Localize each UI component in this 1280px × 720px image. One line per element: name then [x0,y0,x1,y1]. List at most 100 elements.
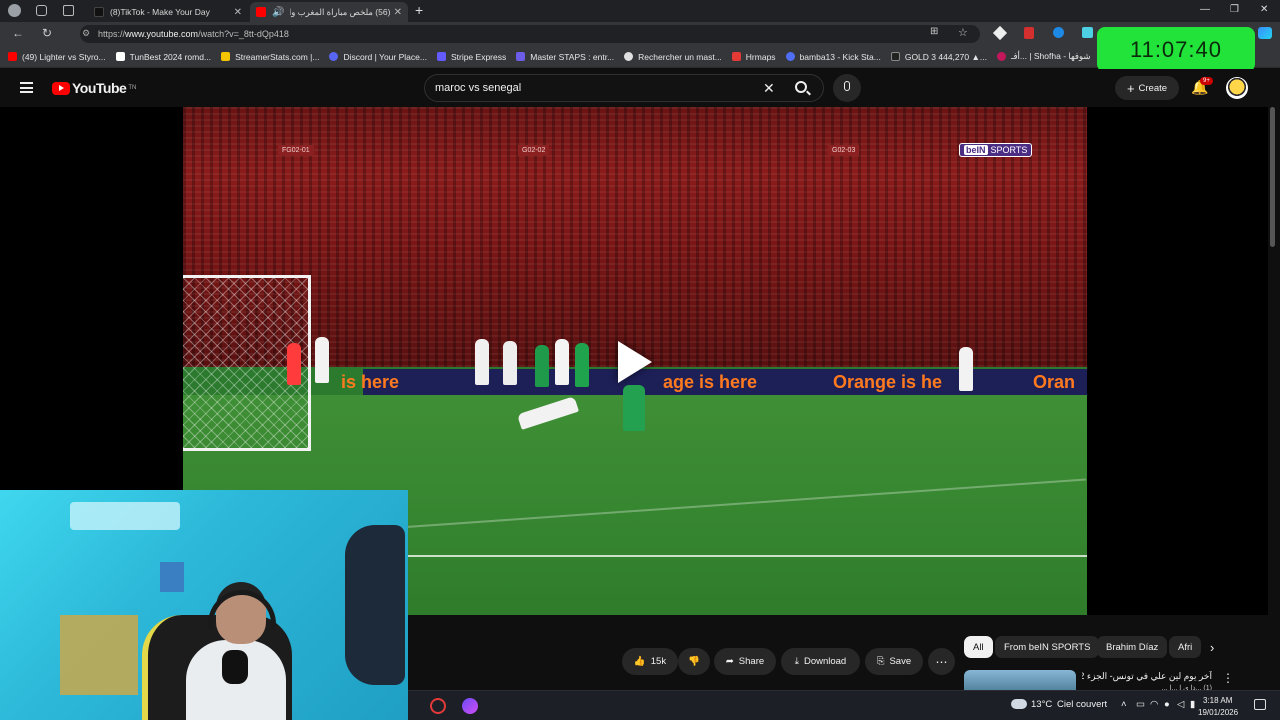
extension-icon[interactable] [1024,27,1034,39]
bookmarks-bar: (49) Lighter vs Styro... TunBest 2024 ro… [0,46,1280,68]
bookmark-star-icon[interactable]: ☆ [958,26,968,39]
player [535,345,549,387]
player [575,343,589,387]
bookmark-favicon-icon [115,52,125,61]
bookmark-favicon-icon [731,52,741,61]
dark-clothing [345,525,405,685]
minimize-button[interactable]: — [1200,4,1210,15]
more-actions-button[interactable]: ⋯ [928,648,955,675]
dislike-button[interactable]: 👎 [678,648,710,675]
site-info-icon[interactable]: ⚙ [82,28,90,39]
address-bar-row: ← ↻ ⚙ https://www.youtube.com/watch?v=_8… [0,22,1280,46]
bookmark-favicon-icon [221,52,231,61]
player [475,339,489,385]
microphone-icon [844,81,850,91]
reload-button[interactable]: ↻ [42,26,52,40]
weather-temp[interactable]: 13°C [1031,699,1052,710]
taskbar-app-icon[interactable] [462,698,478,714]
microphone-icon[interactable]: ● [1164,699,1170,710]
scrollbar[interactable] [1270,107,1275,247]
bookmark-favicon-icon [436,52,446,61]
youtube-play-icon [52,81,70,95]
shelf [60,615,138,695]
create-button[interactable]: + Create [1115,76,1179,100]
search-input[interactable]: maroc vs senegal ✕ [424,74,824,102]
share-button[interactable]: ➦ Share [714,648,776,675]
voice-search-button[interactable] [833,74,861,102]
bookmark-item[interactable]: Stripe Express [436,52,506,62]
chip-from-bein-sports[interactable]: From beIN SPORTS [995,636,1100,658]
chip-africa[interactable]: Afri [1169,636,1201,658]
bein-sports-logo: beIN SPORTS [959,143,1033,157]
bookmark-item[interactable]: TunBest 2024 romd... [115,52,211,62]
download-icon: ⤓ [794,656,799,667]
extension-icon[interactable] [1053,27,1064,38]
chip-brahim-diaz[interactable]: Brahim Díaz [1097,636,1168,658]
close-icon[interactable]: ✕ [394,7,402,18]
suggested-video-thumbnail[interactable] [964,670,1076,692]
new-tab-button[interactable]: + [415,2,423,18]
display-icon[interactable]: ▭ [1136,699,1145,710]
bookmark-item[interactable]: Master STAPS : entr... [516,52,614,62]
wifi-icon[interactable]: ◠ [1150,699,1158,710]
url-field[interactable]: ⚙ https://www.youtube.com/watch?v=_8tt-d… [80,25,980,43]
suggested-video-title[interactable]: آخر يوم لين علي في تونس- الجزء 2 [1082,671,1212,682]
stand-gate-sign: G02-02 [518,145,550,156]
copilot-icon[interactable] [1258,27,1272,39]
bookmark-item[interactable]: Rechercher un mast... [624,52,722,62]
volume-icon[interactable]: ◁ [1177,699,1184,710]
chip-all[interactable]: All [964,636,993,658]
bookmark-favicon-icon [890,52,900,61]
profile-icon[interactable] [8,4,21,17]
workspaces-icon[interactable] [36,5,47,16]
speaker-icon[interactable]: 🔊 [272,7,284,18]
clock-date[interactable]: 19/01/2026 [1198,708,1238,717]
bookmark-favicon-icon [8,52,17,61]
bookmark-favicon-icon [516,52,526,61]
menu-icon[interactable] [20,82,33,93]
tab-tiktok[interactable]: (8)TikTok - Make Your Day ✕ [88,2,248,22]
back-button[interactable]: ← [12,26,24,40]
bookmark-item[interactable]: GOLD 3 444,270 ▲... [890,52,987,62]
notifications-icon[interactable] [1254,699,1266,710]
weather-text[interactable]: Ciel couvert [1057,699,1107,710]
play-icon[interactable] [618,341,652,383]
player [959,347,973,391]
clear-search-icon[interactable]: ✕ [763,80,775,97]
chevron-up-icon[interactable]: ˄ [1121,699,1127,710]
tab-youtube[interactable]: 🔊 (56) ملخص مباراة المغرب والـ ✕ [250,2,408,22]
more-horizontal-icon: ⋯ [935,654,948,669]
clock-time[interactable]: 3:18 AM [1203,696,1232,705]
like-button[interactable]: 👍 15k [622,648,678,675]
tiktok-icon [94,7,104,17]
maximize-button[interactable]: ❐ [1230,4,1239,15]
avatar[interactable] [1226,77,1248,99]
bookmark-item[interactable]: Hrmaps [731,52,776,62]
more-vertical-icon[interactable]: ⋮ [1222,671,1234,685]
tab-actions-icon[interactable] [63,5,74,16]
youtube-logo[interactable]: YouTube TN [52,80,136,96]
download-button[interactable]: ⤓ Download [781,648,860,675]
notification-badge: 9+ [1200,77,1213,85]
save-button[interactable]: ⎘ Save [865,648,923,675]
battery-icon[interactable]: ▮ [1190,699,1195,710]
close-icon[interactable]: ✕ [234,7,242,18]
bookmark-item[interactable]: (49) Lighter vs Styro... [8,52,106,62]
chevron-right-icon[interactable]: › [1210,640,1214,655]
share-label: Share [738,656,765,667]
bookmark-item[interactable]: أفـ... | Shofha - شوفها [996,51,1090,62]
extension-icon[interactable] [992,25,1008,41]
bookmark-item[interactable]: StreamerStats.com |... [221,52,319,62]
bookmark-item[interactable]: bamba13 - Kick Sta... [785,52,881,62]
taskbar-app-icon[interactable] [430,698,446,714]
microphone [222,650,248,684]
bookmark-favicon-icon [996,52,1006,61]
player [315,337,329,383]
install-app-icon[interactable]: ⊞ [930,26,938,37]
bookmark-icon: ⎘ [876,656,885,667]
extension-icon[interactable] [1082,27,1093,38]
bookmark-item[interactable]: Discord | Your Place... [329,52,427,62]
window-close-button[interactable]: ✕ [1260,4,1268,15]
logo-region: TN [128,85,137,91]
cloud-icon [1011,699,1027,709]
